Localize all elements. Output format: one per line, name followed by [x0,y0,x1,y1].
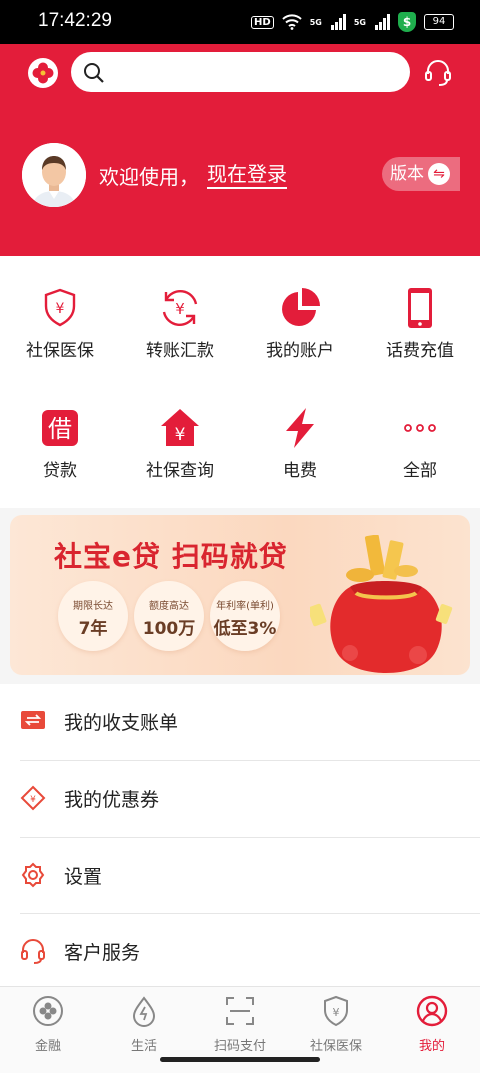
version-label: 版本 [390,164,424,184]
headset-icon [21,939,45,964]
bubble-value: 100万 [142,619,196,639]
tab-social-insurance[interactable]: ¥ 社保医保 [288,995,384,1054]
tab-finance[interactable]: 金融 [0,995,96,1054]
transfer-icon: ¥ [162,289,198,327]
signal-bars-icon [375,14,390,30]
banner-bubble: 年利率(单利) 低至3% [210,581,280,651]
svg-text:¥: ¥ [175,425,186,445]
grid-item-social-query[interactable]: ¥ 社保查询 [120,406,240,481]
switch-arrows-icon: ⇋ [428,163,450,185]
battery-indicator: 94 [424,14,454,30]
finance-icon [33,996,63,1026]
loan-icon: 借 [42,410,78,446]
tab-label: 金融 [34,1039,61,1054]
wifi-icon [282,14,302,30]
tab-scan-pay[interactable]: 扫码支付 [192,995,288,1054]
security-shield-icon: $ [398,12,416,32]
grid-item-phone-topup[interactable]: 话费充值 [360,286,480,361]
menu-list: 我的收支账单 ¥ 我的优惠券 设置 客户服务 [0,684,480,986]
grid-item-loan[interactable]: 借 贷款 [0,406,120,481]
hd-badge: HD [251,15,274,29]
house-yuan-icon: ¥ [161,409,199,446]
login-link[interactable]: 现在登录 [207,161,287,189]
welcome-text: 欢迎使用， [99,165,199,189]
shield-yuan-icon: ¥ [44,288,76,327]
menu-item-label: 设置 [64,866,103,888]
pie-chart-icon [282,288,320,326]
shield-yuan-icon: ¥ [324,995,348,1027]
banner-bubble: 额度高达 100万 [134,581,204,651]
grid-item-label: 我的账户 [266,341,334,361]
tab-life[interactable]: 生活 [96,995,192,1054]
menu-item-coupon[interactable]: ¥ 我的优惠券 [20,761,480,837]
grid-item-label: 社保医保 [26,341,94,361]
menu-item-settings[interactable]: 设置 [20,838,480,914]
menu-item-label: 我的优惠券 [64,789,160,811]
money-bag-illustration [310,535,453,673]
banner-title: 社宝e贷 扫码就贷 [54,540,288,573]
lightning-icon [286,408,314,448]
bubble-caption: 期限长达 [73,601,113,612]
status-bar: 17:42:29 HD 5G 5G $ 94 [0,0,480,44]
signal-5g-label-1: 5G [309,17,322,27]
grid-item-all[interactable]: 全部 [360,406,480,481]
avatar[interactable] [22,143,86,207]
svg-text:¥: ¥ [56,301,65,317]
tab-label: 社保医保 [309,1039,362,1054]
svg-text:¥: ¥ [175,300,185,318]
promo-banner[interactable]: 社宝e贷 扫码就贷 期限长达 7年 额度高达 100万 年利率(单利) 低至3% [10,515,470,675]
scan-icon [226,997,254,1025]
search-input[interactable] [71,52,410,92]
bubble-caption: 年利率(单利) [216,601,274,612]
phone-icon [408,288,432,328]
svg-text:¥: ¥ [30,795,36,805]
menu-item-customer-service[interactable]: 客户服务 [20,914,480,990]
header: 欢迎使用， 现在登录 版本 ⇋ [0,44,480,256]
bubble-value: 低至3% [213,619,277,639]
bill-icon [21,711,45,729]
grid-item-label: 全部 [403,461,437,481]
menu-item-label: 我的收支账单 [64,712,179,734]
user-avatar-icon [22,143,86,207]
svg-text:借: 借 [48,415,72,443]
grid-item-label: 社保查询 [146,461,214,481]
grid-item-label: 电费 [283,461,317,481]
profile-icon [416,995,448,1027]
signal-5g-label-2: 5G [353,17,366,27]
bubble-caption: 额度高达 [149,601,189,612]
search-icon [84,63,104,83]
svg-text:¥: ¥ [333,1006,340,1019]
customer-service-icon[interactable] [424,58,452,88]
settings-gear-icon [21,862,45,888]
grid-item-label: 贷款 [43,461,77,481]
life-icon [132,996,156,1027]
menu-item-label: 客户服务 [64,942,141,964]
grid-item-electricity[interactable]: 电费 [240,406,360,481]
grid-item-label: 话费充值 [386,341,454,361]
tab-label: 我的 [418,1039,445,1054]
home-indicator[interactable] [160,1057,320,1062]
function-grid: ¥ 社保医保 ¥ 转账汇款 我的账户 话费充值 借 贷款 ¥ 社保查询 电费 全… [0,256,480,508]
tab-mine[interactable]: 我的 [384,995,480,1054]
version-button[interactable]: 版本 ⇋ [382,157,460,191]
status-icons: HD 5G 5G $ 94 [251,12,454,32]
coupon-icon: ¥ [20,785,46,811]
menu-item-bill[interactable]: 我的收支账单 [20,684,480,760]
tab-label: 扫码支付 [213,1039,266,1054]
more-dots-icon [404,424,436,432]
signal-bars-icon [330,14,346,30]
flower-logo-icon [32,62,54,84]
bubble-value: 7年 [78,619,108,639]
grid-item-label: 转账汇款 [146,341,214,361]
status-time: 17:42:29 [38,10,112,31]
tab-label: 生活 [130,1039,157,1054]
grid-item-social-insurance[interactable]: ¥ 社保医保 [0,286,120,361]
app-logo [28,58,58,88]
grid-item-transfer[interactable]: ¥ 转账汇款 [120,286,240,361]
banner-bubble: 期限长达 7年 [58,581,128,651]
grid-item-my-account[interactable]: 我的账户 [240,286,360,361]
